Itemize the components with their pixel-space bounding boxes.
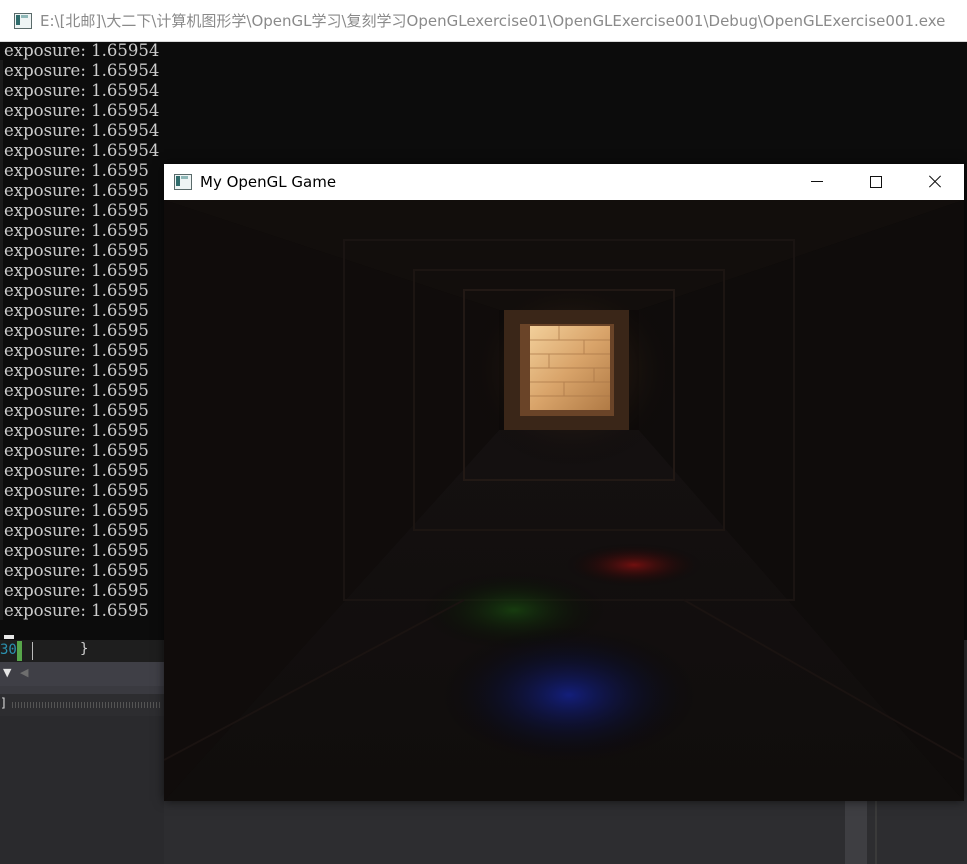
maximize-icon[interactable] xyxy=(846,164,905,200)
text-caret xyxy=(32,642,33,660)
ide-splitter[interactable] xyxy=(875,800,877,864)
console-app-icon xyxy=(14,12,32,29)
console-line: exposure: 1.65954 xyxy=(4,41,160,60)
console-line: exposure: 1.65954 xyxy=(4,101,160,120)
console-line: exposure: 1.65954 xyxy=(4,81,160,100)
minimize-icon[interactable] xyxy=(787,164,846,200)
close-icon[interactable] xyxy=(905,164,964,200)
code-brace: } xyxy=(80,641,89,657)
console-line: exposure: 1.65954 xyxy=(4,141,160,160)
scroll-left-icon[interactable]: ◀ xyxy=(20,666,28,679)
dropdown-arrow-icon[interactable]: ▼ xyxy=(3,666,11,679)
console-left-edge xyxy=(0,60,3,620)
ide-panel-header: ] xyxy=(0,694,164,716)
line-number: 30 xyxy=(0,642,17,658)
ide-panel-body xyxy=(0,716,164,864)
panel-grip[interactable] xyxy=(12,702,160,708)
opengl-game-window: My OpenGL Game xyxy=(164,164,964,801)
console-cursor xyxy=(4,635,14,639)
change-marker xyxy=(17,641,22,661)
window-controls xyxy=(787,164,964,200)
game-title: My OpenGL Game xyxy=(200,173,337,191)
console-line: exposure: 1.65954 xyxy=(4,121,160,140)
console-title: E:\[北邮]\大二下\计算机图形学\OpenGL学习\复刻学习OpenGLex… xyxy=(40,12,946,30)
ide-separator xyxy=(0,686,164,694)
panel-bracket: ] xyxy=(0,696,8,710)
rendered-scene xyxy=(164,200,964,801)
console-titlebar[interactable]: E:\[北邮]\大二下\计算机图形学\OpenGL学习\复刻学习OpenGLex… xyxy=(0,0,967,42)
ide-toolbar: ▼ ◀ xyxy=(0,662,164,686)
game-viewport[interactable] xyxy=(164,200,964,801)
game-app-icon xyxy=(174,174,192,190)
ide-scrollbar-thumb[interactable] xyxy=(845,800,867,864)
console-line: exposure: 1.65954 xyxy=(4,61,160,80)
game-titlebar[interactable]: My OpenGL Game xyxy=(164,164,964,200)
ide-code-line[interactable]: 30 } xyxy=(0,640,164,662)
